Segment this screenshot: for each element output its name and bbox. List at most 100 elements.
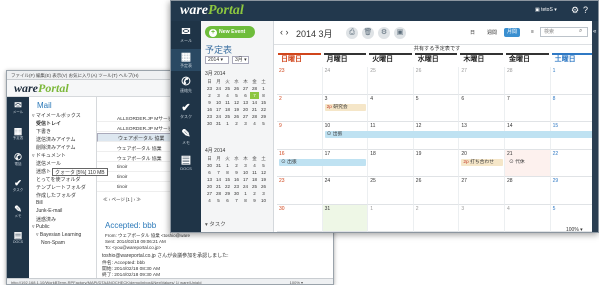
day-cell[interactable]: 26	[413, 177, 460, 205]
day-cell[interactable]: 9	[277, 122, 323, 150]
mini-day[interactable]: 26	[232, 113, 241, 120]
mini-day[interactable]: 16	[205, 106, 214, 113]
view-month-tab[interactable]: 月間	[504, 28, 521, 37]
mini-day[interactable]: 28	[214, 190, 223, 197]
mini-day[interactable]: 20	[241, 106, 250, 113]
day-cell[interactable]: 26	[413, 67, 460, 95]
mini-day[interactable]: 4	[250, 120, 259, 127]
day-cell[interactable]: 25	[368, 67, 414, 95]
mini-day[interactable]: 28	[250, 85, 259, 92]
mini-day[interactable]: 2	[232, 162, 241, 169]
mini-day[interactable]: 20	[205, 183, 214, 190]
mini-day[interactable]: 27	[205, 190, 214, 197]
day-cell[interactable]: 24	[322, 67, 369, 95]
mini-day[interactable]: 12	[232, 99, 241, 106]
day-cell[interactable]: 6	[459, 94, 505, 122]
mini-day[interactable]: 6	[205, 169, 214, 176]
mini-day[interactable]: 1	[241, 190, 250, 197]
calendar-icon[interactable]: ▦ 予定表	[171, 49, 201, 71]
year-select[interactable]: 2014 ▾	[205, 56, 229, 64]
mini-day[interactable]: 19	[259, 176, 268, 183]
mini-day[interactable]: 10	[241, 169, 250, 176]
mini-day[interactable]: 3	[241, 120, 250, 127]
event-business-trip[interactable]: ⊙ 出張	[324, 131, 598, 138]
day-cell[interactable]: 4	[505, 204, 551, 232]
day-cell[interactable]: 8	[550, 94, 597, 122]
check-icon[interactable]: ✔ タスク	[7, 179, 29, 193]
folder-item[interactable]: 作成したフォルダ	[36, 192, 76, 199]
mini-day[interactable]: 5	[214, 197, 223, 204]
folder-item[interactable]: ▿ マイメールボックス	[32, 112, 81, 119]
zoom-level[interactable]: 100% ▾	[290, 280, 303, 284]
print-icon[interactable]: ⎙	[346, 27, 358, 39]
mini-day[interactable]: 27	[241, 113, 250, 120]
mini-day[interactable]: 11	[223, 99, 232, 106]
mini-day[interactable]: 14	[214, 176, 223, 183]
month-select[interactable]: 3月 ▾	[232, 56, 249, 64]
day-cell[interactable]: 1	[550, 67, 597, 95]
mini-day[interactable]: 24	[214, 85, 223, 92]
mini-day[interactable]: 6	[241, 92, 250, 99]
mini-day[interactable]: 31	[214, 162, 223, 169]
folder-item[interactable]: Bill	[36, 200, 43, 206]
mini-day[interactable]: 8	[241, 197, 250, 204]
mini-day[interactable]: 13	[241, 99, 250, 106]
day-cell[interactable]: 23	[277, 177, 323, 205]
mini-day[interactable]: 14	[250, 99, 259, 106]
mini-day[interactable]: 5	[259, 120, 268, 127]
day-cell[interactable]: 27	[459, 67, 505, 95]
mini-day[interactable]: 9	[232, 169, 241, 176]
mini-day[interactable]: 30	[205, 120, 214, 127]
mini-day[interactable]: 21	[250, 106, 259, 113]
day-cell[interactable]: 3	[459, 204, 505, 232]
mini-day[interactable]: 3	[241, 162, 250, 169]
mini-day[interactable]: 2	[250, 190, 259, 197]
mini-day[interactable]: 17	[214, 106, 223, 113]
mini-day[interactable]: 23	[205, 85, 214, 92]
mini-day[interactable]: 5	[259, 162, 268, 169]
day-cell[interactable]: 25	[368, 177, 414, 205]
day-cell[interactable]: 28	[505, 177, 551, 205]
user-menu[interactable]: ▣ tetoS ▾	[535, 7, 557, 13]
day-cell[interactable]: 22	[550, 149, 597, 177]
folder-item[interactable]: とってを使フォルダ	[36, 176, 81, 183]
mini-day[interactable]: 24	[241, 183, 250, 190]
mini-day[interactable]: 13	[205, 176, 214, 183]
folder-item[interactable]: ▿ Public	[32, 224, 50, 230]
mini-day[interactable]: 3	[259, 190, 268, 197]
event-compensatory-day[interactable]: ⊙ 代休	[507, 159, 549, 166]
mini-day[interactable]: 1	[223, 120, 232, 127]
mini-day[interactable]: 7	[214, 169, 223, 176]
prev-next-nav[interactable]: ‹ ›	[280, 27, 289, 37]
day-cell[interactable]: 28	[505, 67, 551, 95]
delete-icon[interactable]: 🗑	[362, 27, 374, 39]
mini-day[interactable]: 23	[205, 113, 214, 120]
day-cell[interactable]: 7	[505, 94, 551, 122]
mini-day[interactable]: 26	[259, 183, 268, 190]
folder-item[interactable]: 送信メール	[36, 160, 61, 167]
docs-icon[interactable]: ▤ DOCS	[7, 231, 29, 245]
day-cell[interactable]: 24	[322, 177, 369, 205]
mini-day[interactable]: 1	[223, 162, 232, 169]
day-cell[interactable]: 23	[277, 67, 323, 95]
day-cell[interactable]: 18	[368, 149, 414, 177]
day-cell[interactable]: 1	[368, 204, 414, 232]
phone-icon[interactable]: ✆ 電話	[7, 153, 29, 167]
mini-day[interactable]: 24	[214, 113, 223, 120]
new-event-button[interactable]: + New Event	[205, 26, 255, 38]
mini-day[interactable]: 7	[250, 92, 259, 99]
gear-icon[interactable]: ⚙	[571, 6, 579, 15]
mini-day[interactable]: 29	[259, 113, 268, 120]
mini-day[interactable]: 25	[250, 183, 259, 190]
folder-item[interactable]: Junk-E-mail	[36, 208, 62, 214]
mini-day[interactable]: 26	[232, 85, 241, 92]
mini-day[interactable]: 19	[232, 106, 241, 113]
mini-day[interactable]: 9	[250, 197, 259, 204]
mini-day[interactable]: 23	[232, 183, 241, 190]
mini-day[interactable]: 3	[214, 92, 223, 99]
folder-item[interactable]: 迷惑済み	[36, 216, 56, 223]
mini-day[interactable]: 7	[232, 197, 241, 204]
mini-day[interactable]: 4	[223, 92, 232, 99]
mini-day[interactable]: 25	[223, 113, 232, 120]
day-cell[interactable]: 4	[368, 94, 414, 122]
